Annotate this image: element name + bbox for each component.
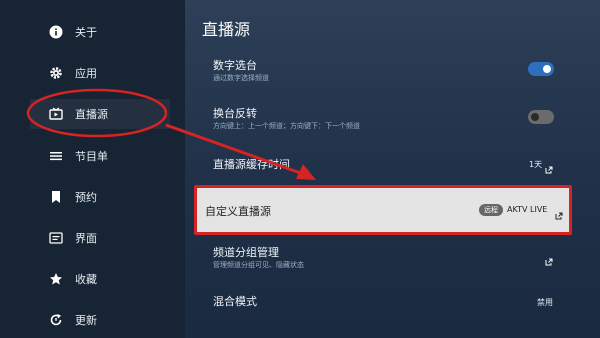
setting-title: 换台反转 <box>213 107 257 120</box>
setting-reverse-switch[interactable]: 换台反转 方向键上：上一个频道；方向键下：下一个频道 <box>200 100 575 134</box>
sidebar-item-live-source[interactable]: 直播源 <box>30 99 170 129</box>
star-icon <box>49 272 63 286</box>
sidebar-item-reserve[interactable]: 预约 <box>30 182 170 212</box>
setting-subtitle: 方向键上：上一个频道；方向键下：下一个频道 <box>213 122 360 130</box>
sidebar-item-apps[interactable]: 应用 <box>30 58 170 88</box>
setting-title: 频道分组管理 <box>213 246 279 259</box>
sidebar-item-favorites[interactable]: 收藏 <box>30 264 170 294</box>
sidebar-item-label: 收藏 <box>75 273 97 286</box>
external-link-icon <box>545 159 553 178</box>
external-link-icon <box>555 205 563 224</box>
sidebar-item-label: 界面 <box>75 232 97 245</box>
sidebar-item-update[interactable]: 更新 <box>30 305 170 335</box>
external-link-icon <box>545 251 553 270</box>
gear-icon <box>49 66 63 80</box>
reverse-switch-toggle[interactable] <box>528 110 554 124</box>
interface-icon <box>49 231 63 245</box>
setting-group-manage[interactable]: 频道分组管理 管理频道分组可见、隐藏状态 <box>200 240 575 274</box>
setting-title: 混合模式 <box>213 295 257 308</box>
toggle-knob <box>531 113 539 121</box>
custom-source-value: AKTV LIVE <box>507 205 548 214</box>
menu-icon <box>49 149 63 163</box>
sidebar-item-label: 节目单 <box>75 150 108 163</box>
sidebar-item-interface[interactable]: 界面 <box>30 223 170 253</box>
sidebar-item-label: 应用 <box>75 67 97 80</box>
sidebar-item-epg[interactable]: 节目单 <box>30 141 170 171</box>
tv-icon <box>49 107 63 121</box>
setting-mix-mode[interactable]: 混合模式 禁用 <box>200 288 575 314</box>
cache-time-value: 1天 <box>529 160 543 169</box>
toggle-knob <box>543 65 551 73</box>
sidebar-item-label: 关于 <box>75 26 97 39</box>
remote-badge: 远程 <box>479 204 503 216</box>
mix-mode-value: 禁用 <box>537 298 553 307</box>
refresh-icon <box>49 313 63 327</box>
setting-cache-time[interactable]: 直播源缓存时间 1天 <box>200 150 575 176</box>
setting-title: 数字选台 <box>213 59 257 72</box>
sidebar-item-label: 直播源 <box>75 108 108 121</box>
info-icon <box>49 25 63 39</box>
page-title: 直播源 <box>202 20 251 39</box>
setting-title: 自定义直播源 <box>205 205 271 218</box>
sidebar: 关于 应用 直播源 节目单 预约 界面 收藏 更新 <box>0 0 185 338</box>
setting-subtitle: 通过数字选择频道 <box>213 74 269 82</box>
setting-subtitle: 管理频道分组可见、隐藏状态 <box>213 261 304 269</box>
bookmark-icon <box>49 190 63 204</box>
sidebar-item-about[interactable]: 关于 <box>30 17 170 47</box>
sidebar-item-label: 更新 <box>75 314 97 327</box>
digit-select-toggle[interactable] <box>528 62 554 76</box>
setting-title: 直播源缓存时间 <box>213 158 290 171</box>
sidebar-item-label: 预约 <box>75 191 97 204</box>
setting-custom-source[interactable]: 自定义直播源 远程 AKTV LIVE <box>194 185 572 235</box>
setting-digit-select[interactable]: 数字选台 通过数字选择频道 <box>200 52 575 86</box>
